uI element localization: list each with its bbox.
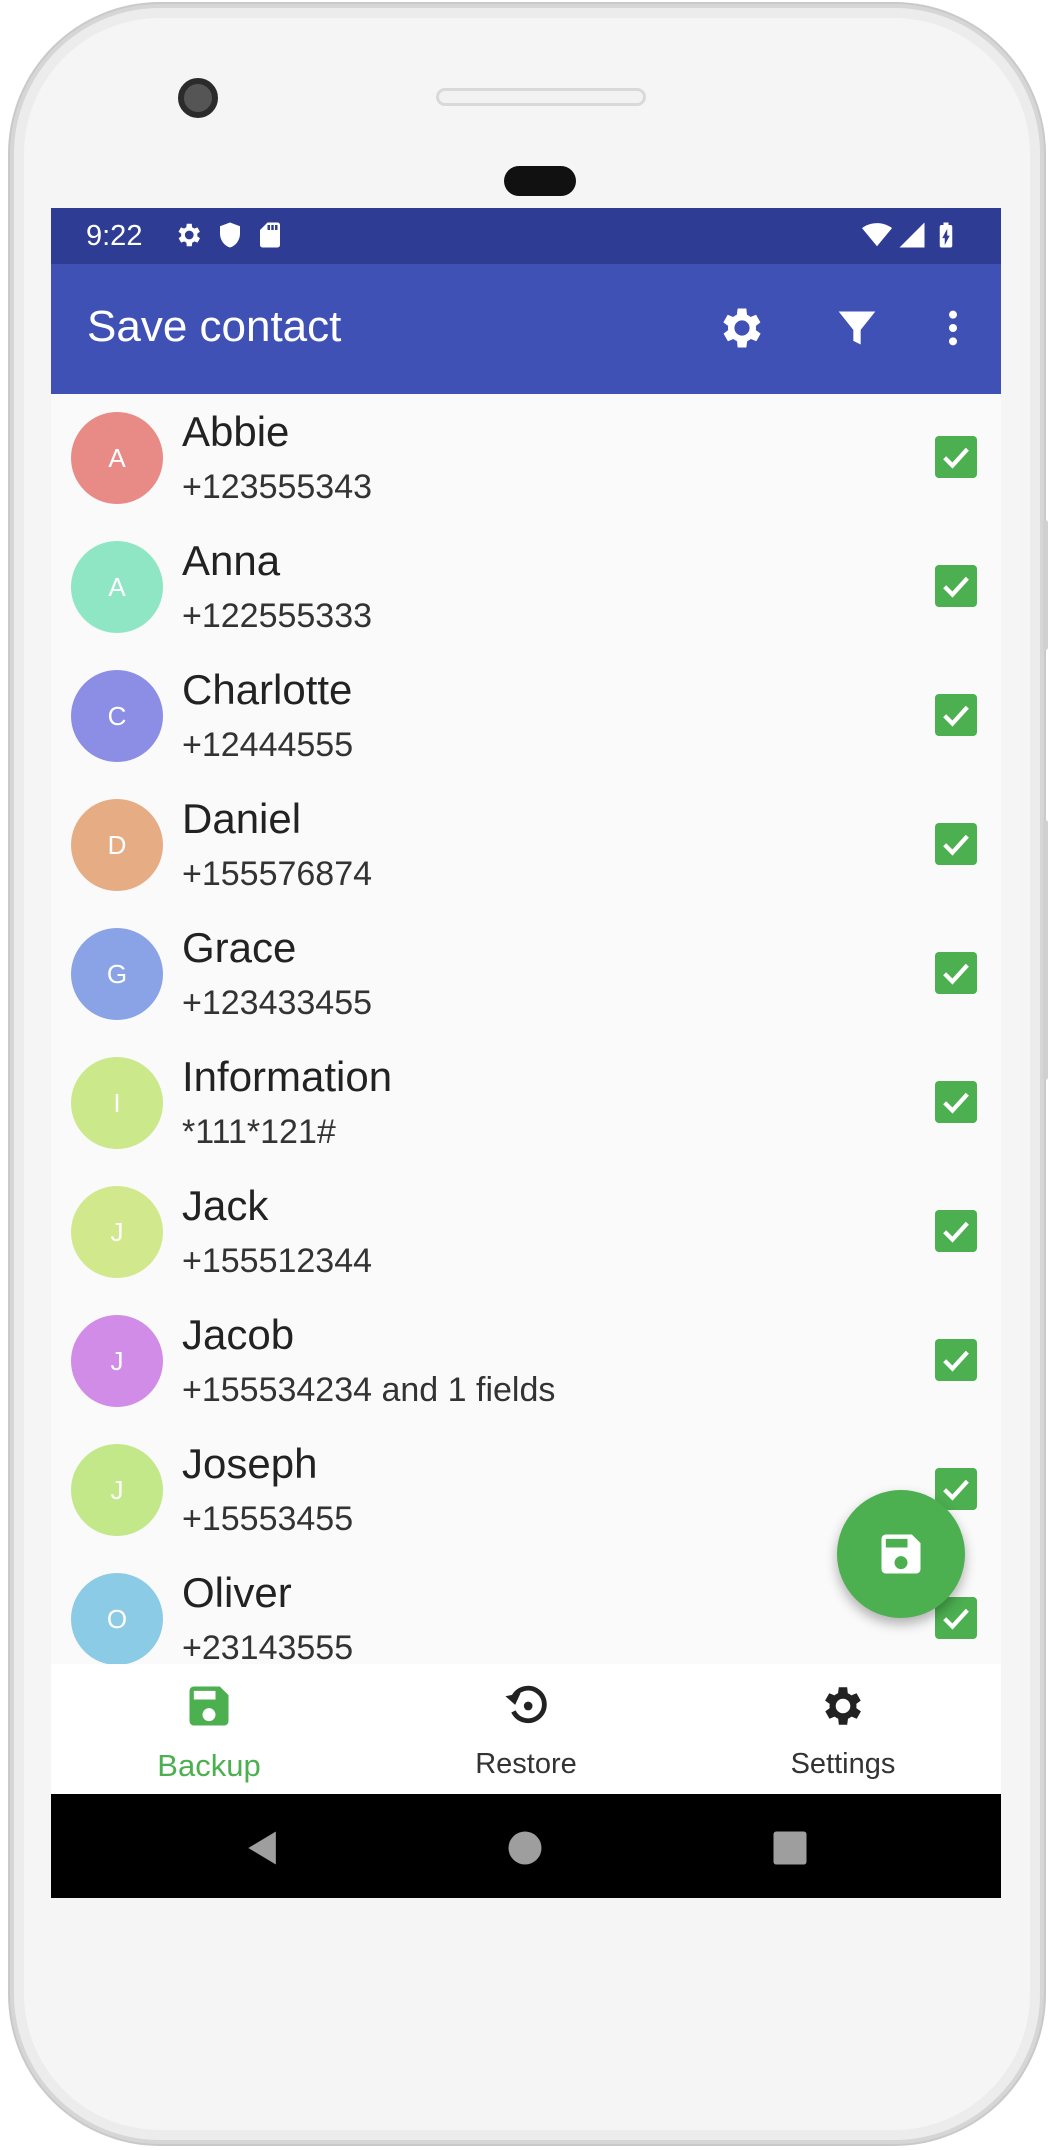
contact-checkbox[interactable]	[935, 1081, 977, 1123]
checkmark-icon	[943, 705, 969, 727]
nav-label: Restore	[475, 1748, 577, 1780]
filter-icon[interactable]	[829, 300, 885, 356]
contact-name: Joseph	[182, 1440, 318, 1487]
nav-restore[interactable]: Restore	[368, 1664, 684, 1794]
avatar: J	[71, 1315, 163, 1407]
wifi-icon	[862, 223, 892, 247]
save-icon	[881, 1534, 921, 1574]
contact-phone: +23143555	[182, 1629, 354, 1664]
avatar: A	[71, 541, 163, 633]
contact-checkbox[interactable]	[935, 823, 977, 865]
contact-name: Charlotte	[182, 666, 353, 713]
checkmark-icon	[943, 834, 969, 856]
system-navigation-bar	[51, 1794, 1001, 1898]
contact-name: Daniel	[182, 795, 302, 842]
gear-icon	[178, 223, 200, 247]
restore-icon	[500, 1680, 552, 1732]
contact-checkbox[interactable]	[935, 1210, 977, 1252]
save-fab-button[interactable]	[837, 1490, 965, 1618]
front-camera	[178, 78, 218, 118]
contact-name: Jack	[182, 1182, 269, 1229]
signal-icon	[899, 222, 925, 248]
checkmark-icon	[943, 1221, 969, 1243]
contact-row[interactable]: A Anna +122555333	[51, 523, 1001, 652]
side-button-bottom	[1043, 820, 1048, 1080]
avatar: J	[71, 1444, 163, 1536]
contact-name: Oliver	[182, 1569, 292, 1616]
contact-checkbox[interactable]	[935, 565, 977, 607]
nav-backup[interactable]: Backup	[51, 1664, 367, 1794]
contact-checkbox[interactable]	[935, 436, 977, 478]
contact-phone: +155512344	[182, 1242, 373, 1280]
checkmark-icon	[943, 963, 969, 985]
contact-row[interactable]: J Jack +155512344	[51, 1168, 1001, 1297]
bottom-navigation: Backup Restore Settings	[51, 1664, 1001, 1794]
avatar: O	[71, 1573, 163, 1664]
app-bar: Save contact	[51, 264, 1001, 394]
avatar: G	[71, 928, 163, 1020]
checkmark-icon	[943, 576, 969, 598]
contact-phone: +155534234 and 1 fields	[182, 1371, 556, 1409]
proximity-sensor	[504, 166, 576, 196]
more-vertical-icon[interactable]	[925, 300, 981, 356]
avatar: I	[71, 1057, 163, 1149]
contact-name: Information	[182, 1053, 393, 1100]
contact-row[interactable]: G Grace +123433455	[51, 910, 1001, 1039]
side-button-top	[1043, 520, 1048, 650]
avatar: D	[71, 799, 163, 891]
contact-phone: +155576874	[182, 855, 373, 893]
nav-label: Backup	[157, 1748, 261, 1783]
settings-icon[interactable]	[714, 300, 770, 356]
contact-phone: +123433455	[182, 984, 373, 1022]
contact-row[interactable]: D Daniel +155576874	[51, 781, 1001, 910]
contact-phone: +15553455	[182, 1500, 354, 1538]
checkmark-icon	[943, 1350, 969, 1372]
checkmark-icon	[943, 447, 969, 469]
settings-icon	[817, 1680, 869, 1732]
home-icon[interactable]	[503, 1826, 547, 1870]
contact-checkbox[interactable]	[935, 1339, 977, 1381]
checkmark-icon	[943, 1092, 969, 1114]
contact-name: Jacob	[182, 1311, 295, 1358]
shield-icon	[220, 222, 240, 248]
avatar: J	[71, 1186, 163, 1278]
contact-name: Anna	[182, 537, 281, 584]
status-time: 9:22	[86, 220, 143, 252]
save-icon	[183, 1680, 235, 1732]
contact-phone: +12444555	[182, 726, 354, 764]
contact-row[interactable]: C Charlotte +12444555	[51, 652, 1001, 781]
recents-icon[interactable]	[768, 1826, 812, 1870]
app-title: Save contact	[87, 302, 342, 351]
contact-phone: +123555343	[182, 468, 373, 506]
screen: 9:22 Save contact A Abbie +123555343 A A…	[51, 208, 1001, 1898]
checkmark-icon	[943, 1608, 969, 1630]
sd-card-icon	[260, 222, 280, 248]
contact-list: A Abbie +123555343 A Anna +122555333 C C…	[51, 394, 1001, 1664]
contact-checkbox[interactable]	[935, 694, 977, 736]
nav-label: Settings	[790, 1748, 896, 1780]
contact-row[interactable]: J Jacob +155534234 and 1 fields	[51, 1297, 1001, 1426]
checkmark-icon	[943, 1479, 969, 1501]
avatar: A	[71, 412, 163, 504]
status-bar: 9:22	[51, 208, 1001, 264]
battery-charging-icon	[939, 222, 953, 248]
back-icon[interactable]	[241, 1826, 285, 1870]
contact-phone: *111*121#	[182, 1113, 336, 1151]
contact-phone: +122555333	[182, 597, 373, 635]
contact-name: Grace	[182, 924, 297, 971]
contact-row[interactable]: A Abbie +123555343	[51, 394, 1001, 523]
contact-checkbox[interactable]	[935, 952, 977, 994]
nav-settings[interactable]: Settings	[685, 1664, 1001, 1794]
avatar: C	[71, 670, 163, 762]
earpiece-speaker	[436, 88, 646, 106]
contact-row[interactable]: I Information *111*121#	[51, 1039, 1001, 1168]
contact-name: Abbie	[182, 408, 290, 455]
